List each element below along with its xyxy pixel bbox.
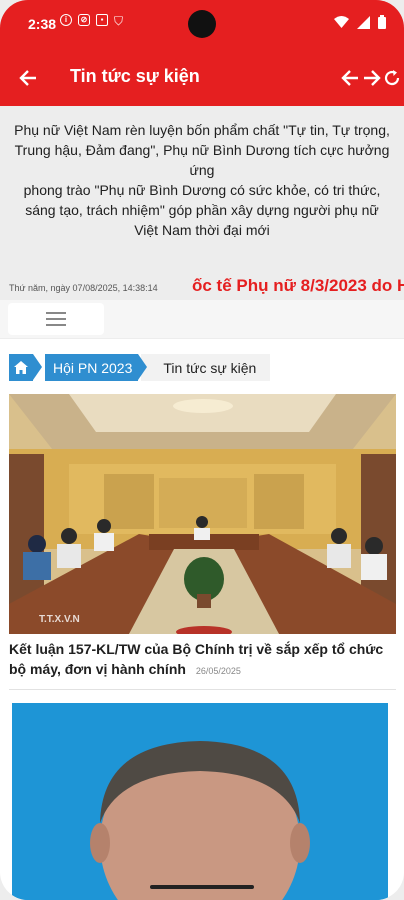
article-image-portrait[interactable] xyxy=(12,703,388,900)
arrow-left-icon xyxy=(341,70,358,86)
breadcrumb-home[interactable] xyxy=(9,354,42,381)
arrow-right-icon xyxy=(364,70,381,86)
hamburger-menu-icon xyxy=(46,312,66,326)
menu-button[interactable] xyxy=(8,303,104,335)
banner-line-1: Phụ nữ Việt Nam rèn luyện bốn phẩm chất … xyxy=(14,122,390,178)
banner-line-2: phong trào "Phụ nữ Bình Dương có sức khỏ… xyxy=(23,182,381,238)
screenshot-icon: ▪ xyxy=(96,14,108,26)
prev-article-button[interactable] xyxy=(340,66,360,90)
article-divider xyxy=(9,689,396,690)
news-marquee[interactable]: ốc tế Phụ nữ 8/3/2023 do H xyxy=(192,276,404,296)
article-date: 26/05/2025 xyxy=(195,666,241,676)
current-date: Thứ năm, ngày 07/08/2025, 14:38:14 xyxy=(9,283,158,293)
article-title[interactable]: Kết luận 157-KL/TW của Bộ Chính trị về s… xyxy=(9,639,396,681)
refresh-button[interactable] xyxy=(382,66,402,90)
home-indicator[interactable] xyxy=(150,885,254,889)
next-article-button[interactable] xyxy=(362,66,382,90)
status-bar: 2:38 i ⊘ ▪ ⛉ xyxy=(0,0,404,50)
status-time: 2:38 xyxy=(28,16,57,32)
arrow-left-icon xyxy=(19,70,36,86)
date-ticker-row: Thứ năm, ngày 07/08/2025, 14:38:14 ốc tế… xyxy=(0,274,404,300)
signal-icon xyxy=(357,15,370,29)
photo-watermark: T.T.X.V.N xyxy=(39,614,80,625)
status-icons-left: i ⊘ ▪ ⛉ xyxy=(60,14,123,29)
refresh-icon xyxy=(384,70,400,86)
app-bar: Tin tức sự kiện xyxy=(0,50,404,106)
device-screen: 2:38 i ⊘ ▪ ⛉ Tin tức sự kiện Phụ nữ Việt xyxy=(0,0,404,900)
home-icon xyxy=(14,361,28,374)
vpn-shield-icon: ⊘ xyxy=(78,14,90,26)
main-content: Hội PN 2023 Tin tức sự kiện T.T.X.V.N Kế… xyxy=(0,339,404,900)
battery-icon xyxy=(378,15,386,29)
shield-icon: ⛉ xyxy=(114,14,124,28)
wifi-icon xyxy=(334,16,349,28)
meeting-room-photo: T.T.X.V.N xyxy=(9,394,396,634)
camera-cutout xyxy=(188,10,216,38)
breadcrumb-section[interactable]: Hội PN 2023 xyxy=(45,354,148,381)
app-title: Tin tức sự kiện xyxy=(70,66,200,86)
back-button[interactable] xyxy=(14,64,42,92)
breadcrumb-current: Tin tức sự kiện xyxy=(141,354,271,381)
info-circle-icon: i xyxy=(60,14,72,26)
menu-strip xyxy=(0,300,404,338)
breadcrumb: Hội PN 2023 Tin tức sự kiện xyxy=(9,354,271,381)
banner-heading: Phụ nữ Việt Nam rèn luyện bốn phẩm chất … xyxy=(12,120,392,240)
portrait-photo xyxy=(12,703,388,900)
status-icons-right xyxy=(334,15,386,29)
article-image-meeting[interactable]: T.T.X.V.N xyxy=(9,394,396,634)
